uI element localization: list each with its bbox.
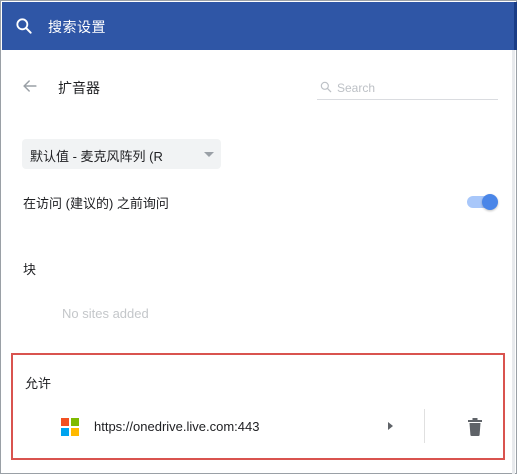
site-search-field[interactable] xyxy=(317,76,498,100)
microphone-select-value: 默认值 - 麦克风阵列 (R xyxy=(30,149,163,164)
ask-before-access-row: 在访问 (建议的) 之前询问 xyxy=(2,189,514,217)
toggle-knob xyxy=(482,194,498,210)
allowed-site-url[interactable]: https://onedrive.live.com:443 xyxy=(94,419,259,434)
block-empty-text: No sites added xyxy=(62,306,149,321)
arrow-left-icon[interactable] xyxy=(20,76,40,96)
ask-before-access-toggle[interactable] xyxy=(465,194,499,210)
page-title: 扩音器 xyxy=(58,80,100,96)
trash-icon[interactable] xyxy=(467,418,483,436)
search-settings-bar[interactable]: 搜索设置 xyxy=(2,2,517,50)
allow-section-heading: 允许 xyxy=(25,376,52,391)
scrollbar[interactable] xyxy=(512,50,515,474)
search-input[interactable] xyxy=(337,78,497,98)
allow-section-highlight: 允许 https://onedrive.live.com:443 xyxy=(11,353,505,460)
caret-right-icon[interactable] xyxy=(388,422,393,430)
page-header: 扩音器 xyxy=(2,61,514,111)
search-icon xyxy=(320,81,332,93)
search-settings-label[interactable]: 搜索设置 xyxy=(48,17,106,37)
search-icon[interactable] xyxy=(14,16,34,36)
settings-window: 搜索设置 扩音器 默认值 - 麦克风阵列 (R 在访问 (建议的) 之前询问 块… xyxy=(0,0,517,474)
microsoft-logo-icon xyxy=(61,418,79,436)
microphone-select[interactable]: 默认值 - 麦克风阵列 (R xyxy=(22,139,221,169)
ask-before-access-label: 在访问 (建议的) 之前询问 xyxy=(23,196,169,211)
caret-down-icon xyxy=(204,152,214,157)
row-divider xyxy=(424,409,425,443)
block-section-heading: 块 xyxy=(23,262,37,277)
allowed-site-row[interactable]: https://onedrive.live.com:443 xyxy=(13,407,503,447)
